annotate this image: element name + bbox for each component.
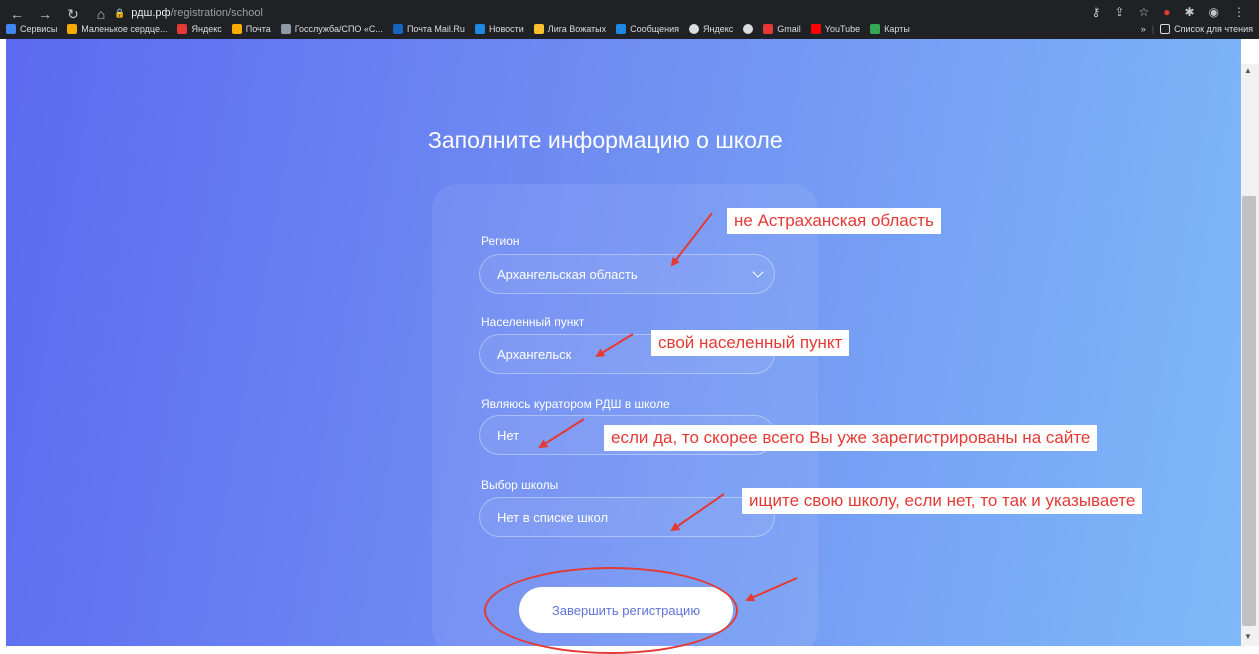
- arrow: [538, 418, 585, 449]
- annotation-arrows: [538, 212, 798, 602]
- arrow: [670, 493, 725, 532]
- arrow: [745, 577, 798, 602]
- arrow: [670, 212, 713, 267]
- arrow: [595, 333, 634, 358]
